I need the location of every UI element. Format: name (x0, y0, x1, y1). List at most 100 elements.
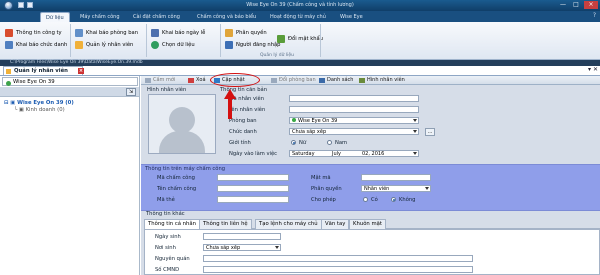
password-icon (277, 35, 285, 43)
employee-photo[interactable] (148, 94, 216, 154)
tab-face[interactable]: Khuôn mặt (349, 219, 386, 229)
allow-no-label: Không (399, 197, 416, 203)
company-info-button[interactable]: Thông tin công ty (4, 28, 62, 38)
role-label: Phân quyền (311, 186, 342, 192)
id-number-input[interactable] (203, 266, 473, 273)
list-icon (319, 78, 325, 83)
quick-save-icon[interactable] (18, 2, 24, 8)
tab-contact-info[interactable]: Thông tin liên hệ (199, 219, 252, 229)
close-icon[interactable]: × (584, 1, 598, 9)
id-number-label: Số CMND (155, 267, 180, 273)
annotation-arrow-icon (224, 89, 236, 119)
date-month: July (332, 151, 341, 157)
permission-button[interactable]: Phân quyền (224, 28, 267, 38)
delete-button[interactable]: Xoá (188, 77, 206, 84)
tab-du-lieu[interactable]: Dữ liệu (40, 12, 70, 22)
allow-no-radio[interactable] (391, 197, 396, 202)
left-toolbar: ⇲ (0, 87, 139, 97)
company-label: Wise Eye On 39 (13, 79, 55, 85)
card-id-input[interactable] (217, 196, 289, 203)
left-pane: Wise Eye On 39 ⇲ ⊟ ▣ Wise Eye On 39 (0) … (0, 76, 140, 275)
job-title-icon (5, 41, 13, 49)
department-button[interactable]: Khai báo phòng ban (74, 28, 138, 38)
job-title-select[interactable]: Chưa sắp xếp (289, 128, 419, 135)
add-icon (145, 78, 151, 83)
login-user-button[interactable]: Người đăng nhập (224, 40, 280, 50)
ribbon-group-label: Quản lý dữ liệu (260, 53, 295, 58)
ribbon: Thông tin công ty Khai báo chức danh Kha… (0, 22, 600, 60)
job-title-button[interactable]: Khai báo chức danh (4, 40, 67, 50)
other-info-tabs: Thông tin cá nhân Thông tin liên hệ Tạo … (144, 219, 600, 229)
password-input[interactable] (361, 174, 431, 181)
attendance-code-input[interactable] (217, 174, 289, 181)
personal-info-panel: Ngày sinh Nơi sinh Chưa sắp xếp Nguyên q… (144, 229, 600, 275)
document-tab[interactable]: Quản lý nhân viên × (3, 66, 84, 75)
ribbon-divider (220, 24, 221, 57)
title-bar: Wise Eye On 39 (Chấm công và tính lương)… (0, 0, 600, 11)
dropdown-arrow-icon (425, 187, 429, 190)
department-dot-icon (292, 118, 296, 122)
start-date-picker[interactable]: Saturday July 02, 2016 (289, 150, 419, 157)
help-icon[interactable]: ? (593, 12, 596, 19)
close-tab-icon[interactable]: × (78, 68, 84, 74)
hometown-input[interactable] (203, 255, 473, 262)
database-path: C:\Program Files\Wise Eye On 39\Data\Wis… (0, 60, 600, 66)
gender-female-label: Nữ (299, 140, 307, 146)
gender-male-label: Nam (335, 140, 348, 146)
tab-cham-cong-bao-bieu[interactable]: Chấm công và báo biểu (192, 12, 261, 22)
company-header: Wise Eye On 39 (2, 77, 138, 86)
select-data-icon (151, 41, 159, 49)
allow-yes-radio[interactable] (363, 197, 368, 202)
change-password-button[interactable]: Đổi mật khẩu (276, 34, 323, 44)
allow-yes-label: Có (371, 197, 378, 203)
tab-personal-info[interactable]: Thông tin cá nhân (144, 219, 200, 229)
birthdate-input[interactable] (203, 233, 281, 240)
document-tab-label: Quản lý nhân viên (14, 68, 68, 74)
tree-child[interactable]: └ ▣ Kinh doanh (0) (4, 107, 74, 114)
hometown-label: Nguyên quán (155, 256, 190, 262)
minimize-icon[interactable]: — (557, 1, 569, 9)
tab-wise-eye[interactable]: Wise Eye (335, 12, 368, 22)
other-info-title: Thông tin khác (146, 211, 185, 217)
tab-server-command[interactable]: Tạo lệnh cho máy chủ (255, 219, 322, 229)
dropdown-arrow-icon (413, 130, 417, 133)
list-button[interactable]: Danh sách (319, 77, 353, 84)
role-select[interactable]: Nhân viên (361, 185, 431, 192)
employee-id-input[interactable] (289, 95, 419, 102)
tab-may-cham-cong[interactable]: Máy chấm công (75, 12, 125, 22)
employee-manage-button[interactable]: Quản lý nhân viên (74, 40, 133, 50)
collapse-button[interactable]: ⇲ (126, 88, 136, 96)
photo-icon (359, 78, 365, 83)
employee-photo-button[interactable]: Hình nhân viên (359, 77, 405, 84)
allow-label: Cho phép (311, 197, 336, 203)
browse-button[interactable]: ... (425, 128, 435, 136)
app-menu-button[interactable] (4, 1, 13, 10)
ribbon-tab-row: Dữ liệu Máy chấm công Cài đặt chấm công … (0, 11, 600, 22)
attendance-name-input[interactable] (217, 185, 289, 192)
quick-undo-icon[interactable] (27, 2, 33, 8)
birthplace-select[interactable]: Chưa sắp xếp (203, 244, 281, 251)
ribbon-divider (70, 24, 71, 57)
add-new-button[interactable]: Cấm mới (145, 77, 175, 84)
job-title-label: Chức danh (229, 129, 257, 135)
gender-female-radio[interactable] (291, 140, 296, 145)
window-title: Wise Eye On 39 (Chấm công và tính lương) (246, 2, 354, 8)
department-icon (75, 29, 83, 37)
update-highlight-circle (210, 73, 260, 87)
change-department-button[interactable]: Đổi phòng ban (271, 77, 316, 84)
birthdate-label: Ngày sinh (155, 234, 181, 240)
select-data-button[interactable]: Chọn dữ liệu (150, 40, 195, 50)
date-day: 02, 2016 (362, 151, 385, 157)
maximize-icon[interactable]: □ (570, 1, 582, 9)
tab-hoat-dong-may-chu[interactable]: Hoạt động từ máy chủ (265, 12, 331, 22)
department-select[interactable]: Wise Eye On 39 (289, 117, 419, 124)
employee-name-input[interactable] (289, 106, 419, 113)
birthplace-label: Nơi sinh (155, 245, 176, 251)
tree-root[interactable]: ⊟ ▣ Wise Eye On 39 (0) (4, 100, 74, 107)
tab-cai-dat-cham-cong[interactable]: Cài đặt chấm công (128, 12, 185, 22)
panel-controls-icon[interactable]: ▾ ✕ (588, 66, 598, 73)
holiday-button[interactable]: Khai báo ngày lễ (150, 28, 205, 38)
gender-male-radio[interactable] (327, 140, 332, 145)
tab-fingerprint[interactable]: Văn tay (321, 219, 350, 229)
card-id-label: Mã thẻ (157, 197, 175, 203)
